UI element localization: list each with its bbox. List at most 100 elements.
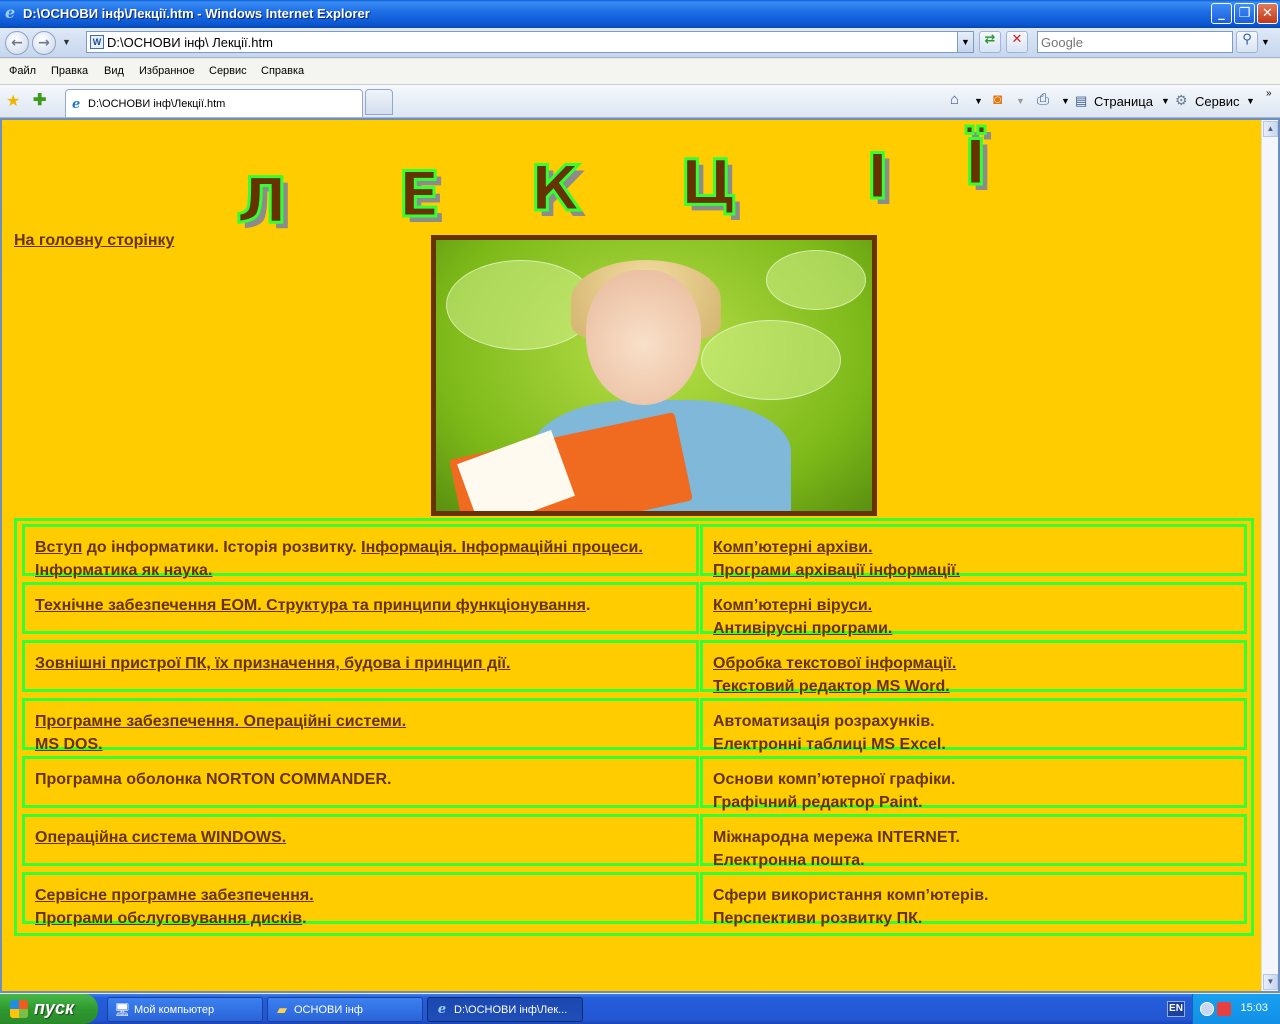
task-internet-explorer[interactable]: e D:\ОСНОВИ інф\Лек... xyxy=(427,997,583,1022)
back-arrow-icon: ← xyxy=(11,35,23,51)
tab-current-page[interactable]: e D:\ОСНОВИ інф\Лекції.htm xyxy=(65,89,363,117)
lecture-link[interactable]: Зовнішні пристрої ПК, їх призначення, бу… xyxy=(35,655,511,672)
maximize-button[interactable]: ❐ xyxy=(1234,3,1255,24)
menu-file[interactable]: Файл xyxy=(9,65,36,77)
lecture-link[interactable]: Програми обслуговування дисків xyxy=(35,910,302,927)
stop-button[interactable]: ✕ xyxy=(1006,31,1028,53)
lecture-link[interactable]: Комп’ютерні віруси. xyxy=(713,597,872,614)
feeds-icon[interactable]: ◙ xyxy=(993,91,1002,108)
task-folder[interactable]: ▰ ОСНОВИ інф xyxy=(267,997,423,1022)
page-dropdown-icon[interactable]: ▼ xyxy=(1161,96,1170,106)
lecture-cell-left: Технічне забезпечення ЕОМ. Структура та … xyxy=(22,582,699,634)
tab-bar: ★ ✚ e D:\ОСНОВИ інф\Лекції.htm ⌂ ▼ ◙ ▼ ⎙… xyxy=(0,85,1280,118)
page-menu-icon: ▤ xyxy=(1075,93,1088,108)
heading-letter: Ї xyxy=(962,126,988,199)
lecture-link[interactable]: Комп’ютерні архіви. xyxy=(713,539,873,556)
minimize-button[interactable]: _ xyxy=(1211,3,1232,24)
heading-letter: Е xyxy=(396,158,441,231)
window-title-bar[interactable]: e D:\ОСНОВИ інф\Лекції.htm - Windows Int… xyxy=(0,0,1280,28)
lecture-link[interactable]: Текстовий редактор MS Word. xyxy=(713,678,950,695)
home-dropdown-icon[interactable]: ▼ xyxy=(974,96,983,106)
home-page-link[interactable]: На головну сторінку xyxy=(14,232,174,250)
lecture-link[interactable]: Вступ xyxy=(35,539,82,556)
search-box[interactable] xyxy=(1037,31,1233,53)
lecture-cell-left: Програмна оболонка NORTON COMMANDER. xyxy=(22,756,699,808)
heading-letter: К xyxy=(529,152,583,225)
decor-bubble xyxy=(766,250,866,310)
print-icon[interactable]: ⎙ xyxy=(1037,91,1049,108)
lecture-text: Основи комп’ютерної графіки. xyxy=(713,771,956,788)
lecture-link[interactable]: Програмне забезпечення. Операційні систе… xyxy=(35,713,406,730)
home-icon[interactable]: ⌂ xyxy=(950,91,959,108)
windows-logo-icon xyxy=(10,1000,28,1018)
gear-icon: ⚙ xyxy=(1175,92,1188,108)
heading-letter: Ц xyxy=(679,146,740,219)
lecture-cell-right: Автоматизація розрахунків. Електронні таб… xyxy=(700,698,1247,753)
scroll-down-arrow-icon[interactable]: ▼ xyxy=(1263,974,1278,990)
lectures-table: Вступ до інформатики. Історія розвитку. … xyxy=(14,518,1254,936)
tray-expand-icon[interactable] xyxy=(1200,1002,1214,1016)
clock: 15:03 xyxy=(1240,1002,1268,1014)
reading-girl-picture xyxy=(431,235,877,516)
ie-icon: e xyxy=(437,1002,447,1017)
lecture-cell-left: Зовнішні пристрої ПК, їх призначення, бу… xyxy=(22,640,699,692)
scroll-up-arrow-icon[interactable]: ▲ xyxy=(1263,121,1278,137)
menu-tools[interactable]: Сервис xyxy=(209,65,247,77)
task-label: ОСНОВИ інф xyxy=(294,1004,363,1016)
toolbar-overflow-icon[interactable]: » xyxy=(1266,88,1272,99)
print-dropdown-icon[interactable]: ▼ xyxy=(1061,96,1070,106)
lecture-link[interactable]: Антивірусні програми. xyxy=(713,620,892,637)
lecture-text: Графічний редактор Paint. xyxy=(713,794,923,811)
start-label: пуск xyxy=(34,998,75,1018)
menu-help[interactable]: Справка xyxy=(261,65,304,77)
search-options-icon[interactable]: ▼ xyxy=(1261,37,1270,47)
page-scrollbar[interactable]: ▲ ▼ xyxy=(1261,120,1278,991)
lecture-text: Перспективи розвитку ПК. xyxy=(713,910,923,927)
lecture-text: Міжнародна мережа INTERNET. xyxy=(713,829,960,846)
lecture-cell-right: Обробка текстової інформації. Текстовий … xyxy=(700,640,1247,695)
address-input[interactable] xyxy=(107,34,957,50)
forward-button[interactable]: → xyxy=(32,31,56,55)
lecture-text: Сфери використання комп’ютерів. xyxy=(713,887,989,904)
lecture-link[interactable]: Програми архівації інформації. xyxy=(713,562,960,579)
lecture-cell-left: Сервісне програмне забезпечення. Програми… xyxy=(22,872,699,927)
lecture-link[interactable]: MS DOS. xyxy=(35,736,103,753)
history-dropdown-icon[interactable]: ▼ xyxy=(62,37,71,47)
lecture-link[interactable]: Технічне забезпечення ЕОМ. Структура та … xyxy=(35,597,586,614)
tab-label: D:\ОСНОВИ інф\Лекції.htm xyxy=(88,98,226,110)
address-bar[interactable]: W ▼ xyxy=(86,31,974,53)
address-dropdown-icon[interactable]: ▼ xyxy=(957,32,973,52)
menu-favorites[interactable]: Избранное xyxy=(139,65,195,77)
lecture-link[interactable]: Сервісне програмне забезпечення. xyxy=(35,887,314,904)
lecture-text: . xyxy=(302,910,307,927)
menu-edit[interactable]: Правка xyxy=(51,65,88,77)
lecture-cell-right: Основи комп’ютерної графіки. Графічний ре… xyxy=(700,756,1247,811)
new-tab-button[interactable] xyxy=(365,89,393,115)
lecture-link[interactable]: Обробка текстової інформації. xyxy=(713,655,956,672)
lecture-link[interactable]: Операційна система WINDOWS. xyxy=(35,829,286,846)
menu-bar: Файл Правка Вид Избранное Сервис Справка xyxy=(0,59,1280,85)
ie-logo-icon: e xyxy=(5,3,16,22)
search-icon: ⚲ xyxy=(1242,32,1252,47)
start-button[interactable]: пуск xyxy=(0,994,98,1024)
task-my-computer[interactable]: 🖥 Мой компьютер xyxy=(107,997,263,1022)
feeds-dropdown-icon[interactable]: ▼ xyxy=(1016,96,1025,106)
add-favorite-icon[interactable]: ✚ xyxy=(33,90,46,110)
tray-flag-icon[interactable] xyxy=(1217,1002,1231,1016)
favorites-star-icon[interactable]: ★ xyxy=(6,91,20,111)
menu-view[interactable]: Вид xyxy=(104,65,124,77)
close-button[interactable]: ✕ xyxy=(1257,3,1278,24)
window-title: D:\ОСНОВИ інф\Лекції.htm - Windows Inter… xyxy=(23,6,370,21)
lecture-text: до інформатики. Історія розвитку. xyxy=(82,539,362,556)
tools-dropdown-icon[interactable]: ▼ xyxy=(1246,96,1255,106)
tools-menu-button[interactable]: Сервис xyxy=(1195,94,1240,109)
search-button[interactable]: ⚲ xyxy=(1236,31,1258,53)
girl-face xyxy=(586,270,701,405)
refresh-button[interactable]: ⇄ xyxy=(979,31,1001,53)
back-button[interactable]: ← xyxy=(5,31,29,55)
lecture-cell-left: Вступ до інформатики. Історія розвитку. … xyxy=(22,524,699,579)
page-menu-button[interactable]: Страница xyxy=(1094,94,1153,109)
language-indicator[interactable]: EN xyxy=(1167,1001,1185,1017)
lecture-text: . xyxy=(585,597,591,614)
search-input[interactable] xyxy=(1041,33,1231,51)
